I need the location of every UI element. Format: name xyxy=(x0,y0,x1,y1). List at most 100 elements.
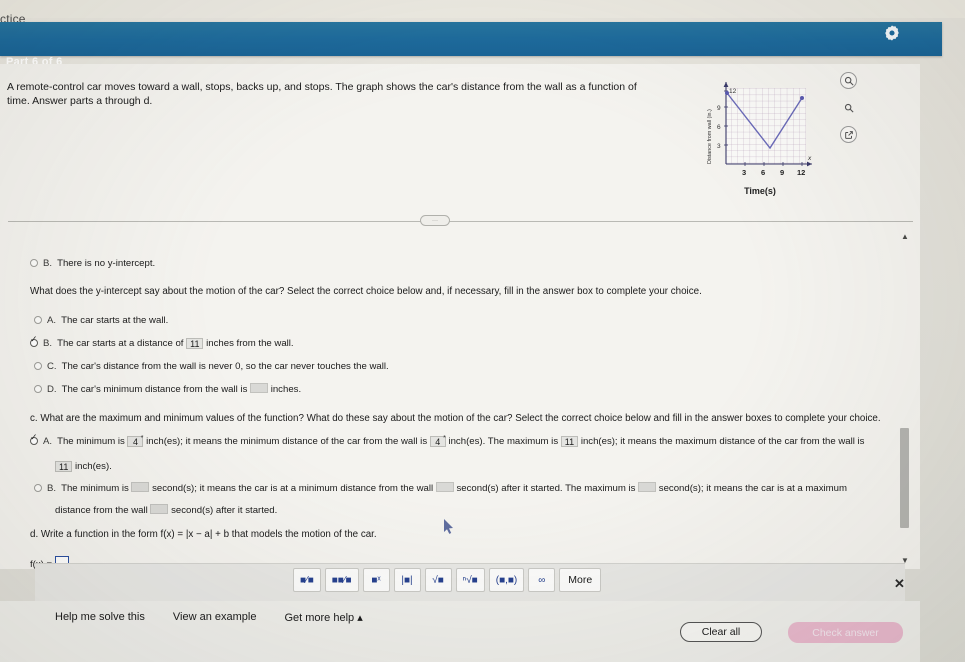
radio-choice-c-a[interactable] xyxy=(30,433,38,445)
choice-c-a-t2: inch(es); it means the minimum distance … xyxy=(146,436,428,447)
choice-c-a-t3: inch(es). The maximum is xyxy=(448,436,559,447)
graph-tool-column xyxy=(840,72,862,153)
math-palette: ■⁄■ ■■⁄■ ■ˣ |■| √■ ⁿ√■ (■,■) ∞ More xyxy=(35,563,905,601)
svg-text:Distance from wall (in.): Distance from wall (in.) xyxy=(707,109,713,164)
choice-c-a[interactable]: A. The minimum is 4 inch(es); it means th… xyxy=(30,433,895,448)
choice-c-b-max-time-input[interactable] xyxy=(150,504,169,514)
choice-b-d-text-pre: The car's minimum distance from the wall… xyxy=(61,384,248,395)
choice-c-a-letter: A. xyxy=(43,436,53,447)
question-statement: A remote-control car moves toward a wall… xyxy=(7,81,637,107)
choice-b-d[interactable]: D. The car's minimum distance from the wa… xyxy=(34,383,301,396)
check-answer-button[interactable]: Check answer xyxy=(788,622,903,643)
screenshot-root: ctice Part 6 of 6 A remote-control car m… xyxy=(0,0,965,662)
distance-time-graph[interactable]: 3 6 9 12 3 6 9 12 x Distance from wall (… xyxy=(700,76,820,194)
choice-b-b[interactable]: B. The car starts at a distance of 11 inc… xyxy=(30,335,294,350)
choice-b-d-input[interactable] xyxy=(250,383,269,393)
help-me-solve-this-link[interactable]: Help me solve this xyxy=(55,611,145,624)
prompt-part-c: c. What are the maximum and minimum valu… xyxy=(30,413,881,424)
radio-choice-c-b[interactable] xyxy=(34,484,42,492)
clear-all-button[interactable]: Clear all xyxy=(680,622,762,642)
prompt-part-d: d. Write a function in the form f(x) = |… xyxy=(30,528,630,541)
gear-icon[interactable] xyxy=(883,24,901,42)
part-d-pre: d. Write a function in the form f(x) = xyxy=(30,529,186,540)
mouse-cursor-icon xyxy=(443,519,455,535)
fraction-button[interactable]: ■⁄■ xyxy=(293,568,321,592)
choice-c-a-t4: inch(es); it means the maximum distance … xyxy=(580,436,865,447)
answer-area: B. There is no y-intercept. What does the… xyxy=(0,232,905,570)
scroll-down-arrow-icon[interactable]: ▼ xyxy=(901,556,909,565)
svg-text:9: 9 xyxy=(717,105,721,112)
scroll-up-arrow-icon[interactable]: ▲ xyxy=(901,232,909,241)
choice-b-d-text-post: inches. xyxy=(270,384,302,395)
prompt-part-b: What does the y-intercept say about the … xyxy=(30,286,702,297)
graph-x-axis-caption: Time(s) xyxy=(744,186,776,196)
choice-c-b-min-input[interactable] xyxy=(131,482,150,492)
choice-b-d-letter: D. xyxy=(47,384,57,395)
choice-b-c[interactable]: C. The car's distance from the wall is ne… xyxy=(34,360,389,373)
choice-b-b-input[interactable]: 11 xyxy=(186,338,204,349)
view-an-example-link[interactable]: View an example xyxy=(173,611,257,624)
choice-c-a-min-input[interactable]: 4 xyxy=(127,434,144,447)
choice-c-a-t1: The minimum is xyxy=(57,436,125,447)
svg-text:6: 6 xyxy=(717,124,721,131)
interval-button[interactable]: (■,■) xyxy=(488,568,525,592)
choice-c-b-t3: second(s) after it started. The maximum … xyxy=(456,483,636,494)
svg-text:12: 12 xyxy=(797,168,805,177)
radio-choice-b-d[interactable] xyxy=(34,385,42,393)
radio-choice-b-a[interactable] xyxy=(34,316,42,324)
mixed-number-button[interactable]: ■■⁄■ xyxy=(324,568,359,592)
divider-collapse-toggle[interactable]: ··· xyxy=(420,215,450,226)
choice-b-c-letter: C. xyxy=(47,361,57,372)
choice-c-a-min-dist-input[interactable]: 4 xyxy=(429,434,446,447)
choice-c-b[interactable]: B. The minimum is second(s); it means the… xyxy=(34,482,899,495)
leftover-choice-b-letter: B. xyxy=(43,258,53,269)
part-d-formula: |x − a| + b xyxy=(185,529,230,540)
zoom-out-icon[interactable] xyxy=(840,99,857,116)
graph-axis-labels: 3 6 9 12 3 6 9 12 x Distance from wall (… xyxy=(707,88,812,177)
get-more-help-link[interactable]: Get more help ▴ xyxy=(284,611,362,624)
absolute-value-button[interactable]: |■| xyxy=(393,568,421,592)
nth-root-button[interactable]: ⁿ√■ xyxy=(455,568,485,592)
choice-c-a-max-input[interactable]: 11 xyxy=(560,436,579,447)
choice-b-b-letter: B. xyxy=(43,338,53,349)
choice-c-a-line2-tail: inch(es). xyxy=(75,461,112,472)
choice-c-b-letter: B. xyxy=(47,483,57,494)
svg-text:x: x xyxy=(807,155,812,162)
choice-c-b-l2a: distance from the wall xyxy=(55,505,148,516)
infinity-button[interactable]: ∞ xyxy=(528,568,556,592)
more-button[interactable]: More xyxy=(559,568,602,592)
choice-b-a[interactable]: A. The car starts at the wall. xyxy=(34,314,168,327)
choice-c-b-t2: second(s); it means the car is at a mini… xyxy=(152,483,434,494)
leftover-choice-b-text: There is no y-intercept. xyxy=(57,258,156,269)
choice-c-b-t4: second(s); it means the car is at a maxi… xyxy=(658,483,847,494)
part-header-bar xyxy=(0,22,942,56)
choice-c-a-line2[interactable]: 11 inch(es). xyxy=(55,460,112,473)
square-root-button[interactable]: √■ xyxy=(424,568,452,592)
radio-choice-b-b[interactable] xyxy=(30,335,38,347)
footer-help-links: Help me solve this View an example Get m… xyxy=(55,611,363,624)
leftover-choice-b[interactable]: B. There is no y-intercept. xyxy=(30,257,155,270)
zoom-in-icon[interactable] xyxy=(840,72,857,89)
section-divider xyxy=(8,221,913,222)
choice-c-b-line2[interactable]: distance from the wall second(s) after i… xyxy=(55,504,277,517)
choice-c-b-min-time-input[interactable] xyxy=(435,482,454,492)
radio-choice-b-c[interactable] xyxy=(34,362,42,370)
svg-text:3: 3 xyxy=(717,143,721,150)
choice-c-a-max-dist-input[interactable]: 11 xyxy=(55,461,73,472)
pop-out-icon[interactable] xyxy=(840,126,857,143)
exponent-button[interactable]: ■ˣ xyxy=(362,568,390,592)
choice-b-a-text: The car starts at the wall. xyxy=(61,315,169,326)
choice-c-b-l2b: second(s) after it started. xyxy=(171,505,278,516)
page-top-strip xyxy=(0,0,965,18)
svg-text:6: 6 xyxy=(761,168,765,177)
svg-text:12: 12 xyxy=(729,88,737,95)
close-icon[interactable]: ✕ xyxy=(894,576,905,592)
choice-c-b-t1: The minimum is xyxy=(61,483,129,494)
scrollbar-thumb[interactable] xyxy=(900,428,909,528)
choice-c-b-max-input[interactable] xyxy=(638,482,657,492)
choice-b-b-text-pre: The car starts at a distance of xyxy=(57,338,184,349)
choice-b-b-text-post: inches from the wall. xyxy=(206,338,294,349)
radio-leftover-b[interactable] xyxy=(30,259,38,267)
math-palette-buttons: ■⁄■ ■■⁄■ ■ˣ |■| √■ ⁿ√■ (■,■) ∞ More xyxy=(293,568,602,592)
svg-text:9: 9 xyxy=(780,168,784,177)
